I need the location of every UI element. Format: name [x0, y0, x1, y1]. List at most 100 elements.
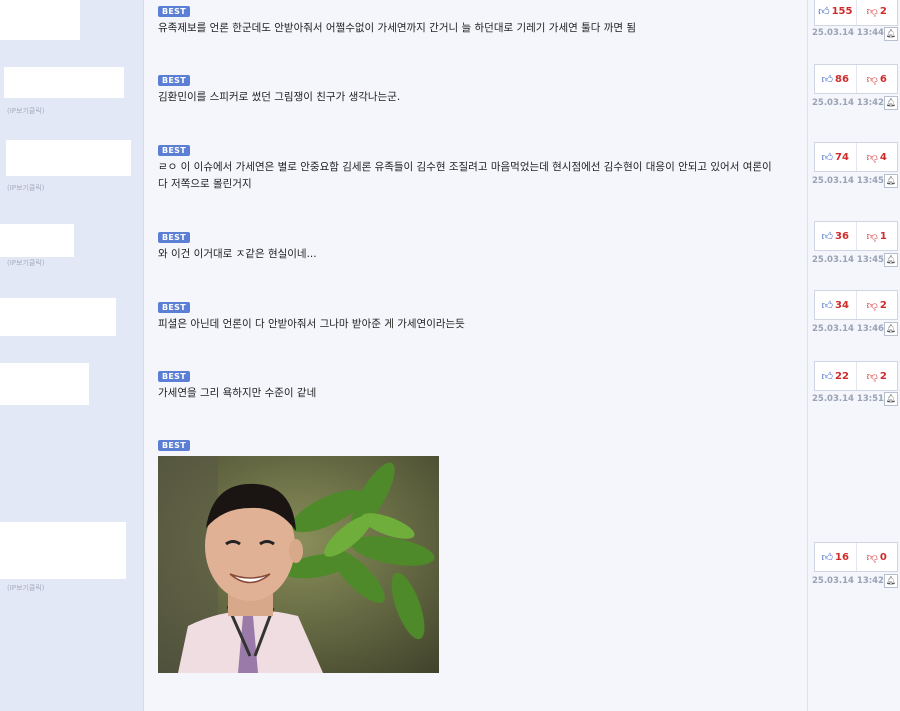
bell-icon[interactable]: 🔔︎: [884, 574, 898, 588]
upvote-button[interactable]: 👍︎ 86: [815, 65, 857, 93]
upvote-count: 36: [835, 230, 849, 242]
downvote-button[interactable]: 👎︎ 2: [857, 291, 898, 319]
comment-body: BEST 유족제보를 언론 한군데도 안받아줘서 어쩔수없이 가세연까지 간거니…: [144, 0, 807, 55]
upvote-button[interactable]: 👍︎ 34: [815, 291, 857, 319]
comment-body: BEST 가세연을 그리 욕하지만 수준이 같네: [144, 352, 807, 422]
comment-row: BEST 유족제보를 언론 한군데도 안받아줘서 어쩔수없이 가세연까지 간거니…: [0, 0, 900, 56]
downvote-count: 2: [879, 370, 887, 382]
vote-box: 👍︎ 155 👎︎ 2: [814, 0, 898, 26]
author-panel: (IP보기클릭): [0, 212, 144, 284]
ip-hint[interactable]: (IP보기클릭): [7, 258, 45, 268]
downvote-button[interactable]: 👎︎ 6: [857, 65, 898, 93]
upvote-count: 74: [835, 151, 849, 163]
comment-text: ㄹㅇ 이 이슈에서 가세연은 별로 안중요함 김세론 유족들이 김수현 조질려고…: [158, 161, 772, 190]
thumbs-down-icon: 👎︎: [866, 369, 878, 383]
best-badge: BEST: [158, 232, 190, 243]
comment-time: 25.03.14 13:42: [812, 98, 884, 108]
upvote-button[interactable]: 👍︎ 16: [815, 543, 857, 571]
downvote-count: 4: [879, 151, 887, 163]
upvote-count: 34: [835, 299, 849, 311]
comment-text: 김환민이를 스피커로 썼던 그림쟁이 친구가 생각나는군.: [158, 91, 401, 103]
bell-icon[interactable]: 🔔︎: [884, 27, 898, 41]
comment-image[interactable]: [158, 456, 439, 673]
thumbs-up-icon: 👍︎: [821, 150, 834, 164]
upvote-count: 86: [835, 73, 849, 85]
thumbs-up-icon: 👍︎: [821, 298, 834, 312]
bell-icon[interactable]: 🔔︎: [884, 392, 898, 406]
downvote-button[interactable]: 👎︎ 4: [857, 143, 898, 171]
bell-icon[interactable]: 🔔︎: [884, 322, 898, 336]
comment-time: 25.03.14 13:42: [812, 576, 884, 586]
comment-body: BEST 와 이건 이거대로 ㅈ같은 현실이네...: [144, 212, 807, 284]
author-panel: [0, 352, 144, 422]
comment-time: 25.03.14 13:51: [812, 394, 884, 404]
downvote-count: 2: [879, 299, 887, 311]
author-panel: (IP보기클릭): [0, 55, 144, 126]
ip-hint[interactable]: (IP보기클릭): [7, 106, 45, 116]
thumbs-up-icon: 👍︎: [821, 72, 834, 86]
best-badge: BEST: [158, 6, 190, 17]
upvote-button[interactable]: 👍︎ 74: [815, 143, 857, 171]
author-panel: [0, 284, 144, 352]
thumbs-down-icon: 👎︎: [866, 298, 878, 312]
author-nickname[interactable]: [0, 298, 116, 336]
bell-icon[interactable]: 🔔︎: [884, 96, 898, 110]
thumbs-down-icon: 👎︎: [866, 229, 878, 243]
thumbs-up-icon: 👍︎: [821, 229, 834, 243]
author-nickname[interactable]: [4, 67, 124, 98]
comment-meta: 👍︎ 34 👎︎ 2 25.03.14 13:46 🔔︎: [807, 284, 900, 352]
comment-text: 와 이건 이거대로 ㅈ같은 현실이네...: [158, 248, 317, 260]
ip-hint[interactable]: (IP보기클릭): [7, 583, 45, 593]
upvote-button[interactable]: 👍︎ 36: [815, 222, 857, 250]
vote-box: 👍︎ 16 👎︎ 0: [814, 542, 898, 572]
bell-icon[interactable]: 🔔︎: [884, 253, 898, 267]
upvote-count: 22: [835, 370, 849, 382]
author-nickname[interactable]: [0, 363, 89, 405]
comment-meta: 👍︎ 22 👎︎ 2 25.03.14 13:51 🔔︎: [807, 352, 900, 422]
comment-meta: 👍︎ 86 👎︎ 6 25.03.14 13:42 🔔︎: [807, 55, 900, 126]
comment-body: BEST 김환민이를 스피커로 썼던 그림쟁이 친구가 생각나는군.: [144, 55, 807, 126]
downvote-button[interactable]: 👎︎ 0: [857, 543, 898, 571]
thumbs-up-icon: 👍︎: [821, 550, 834, 564]
comment-time: 25.03.14 13:45: [812, 176, 884, 186]
comment-meta: 👍︎ 16 👎︎ 0 25.03.14 13:42 🔔︎: [807, 422, 900, 711]
upvote-count: 155: [831, 5, 853, 17]
thumbs-down-icon: 👎︎: [866, 550, 878, 564]
vote-box: 👍︎ 22 👎︎ 2: [814, 361, 898, 391]
comment-meta: 👍︎ 74 👎︎ 4 25.03.14 13:45 🔔︎: [807, 126, 900, 212]
best-badge: BEST: [158, 440, 190, 451]
man-smiling-photo: [158, 456, 439, 673]
author-nickname[interactable]: [0, 224, 74, 257]
upvote-button[interactable]: 👍︎ 22: [815, 362, 857, 390]
comment-row: BEST 피셜은 아닌데 언론이 다 안받아줘서 그나마 받아준 게 가세연이라…: [0, 284, 900, 353]
thumbs-down-icon: 👎︎: [866, 4, 878, 18]
comment-time: 25.03.14 13:45: [812, 255, 884, 265]
comment-row: BEST 가세연을 그리 욕하지만 수준이 같네 👍︎ 22 👎︎ 2 25.03.…: [0, 352, 900, 423]
downvote-count: 2: [879, 5, 887, 17]
author-nickname[interactable]: [0, 522, 126, 579]
thumbs-down-icon: 👎︎: [866, 150, 878, 164]
bell-icon[interactable]: 🔔︎: [884, 174, 898, 188]
comment-text: 가세연을 그리 욕하지만 수준이 같네: [158, 387, 317, 399]
comment-row: (IP보기클릭) BEST 와 이건 이거대로 ㅈ같은 현실이네... 👍︎ 36…: [0, 212, 900, 285]
downvote-button[interactable]: 👎︎ 2: [857, 362, 898, 390]
author-nickname[interactable]: [6, 140, 131, 176]
ip-hint[interactable]: (IP보기클릭): [7, 183, 45, 193]
author-nickname[interactable]: [0, 0, 80, 40]
downvote-button[interactable]: 👎︎ 1: [857, 222, 898, 250]
comment-list: BEST 유족제보를 언론 한군데도 안받아줘서 어쩔수없이 가세연까지 간거니…: [0, 0, 900, 711]
comment-row: (IP보기클릭) BEST ㄹㅇ 이 이슈에서 가세연은 별로 안중요함 김세론…: [0, 126, 900, 213]
comment-time: 25.03.14 13:46: [812, 324, 884, 334]
comment-row: (IP보기클릭) BEST 👍︎ 16 👎︎ 0 25.03.14 13:42 …: [0, 422, 900, 711]
vote-box: 👍︎ 74 👎︎ 4: [814, 142, 898, 172]
comment-body: BEST ㄹㅇ 이 이슈에서 가세연은 별로 안중요함 김세론 유족들이 김수현…: [144, 126, 807, 212]
best-badge: BEST: [158, 75, 190, 86]
comment-text: 유족제보를 언론 한군데도 안받아줘서 어쩔수없이 가세연까지 간거니 늘 하던…: [158, 22, 637, 34]
best-badge: BEST: [158, 302, 190, 313]
downvote-button[interactable]: 👎︎ 2: [857, 0, 898, 25]
comment-time: 25.03.14 13:44: [812, 28, 884, 38]
upvote-button[interactable]: 👍︎ 155: [815, 0, 857, 25]
downvote-count: 6: [879, 73, 887, 85]
thumbs-down-icon: 👎︎: [866, 72, 878, 86]
best-badge: BEST: [158, 145, 190, 156]
